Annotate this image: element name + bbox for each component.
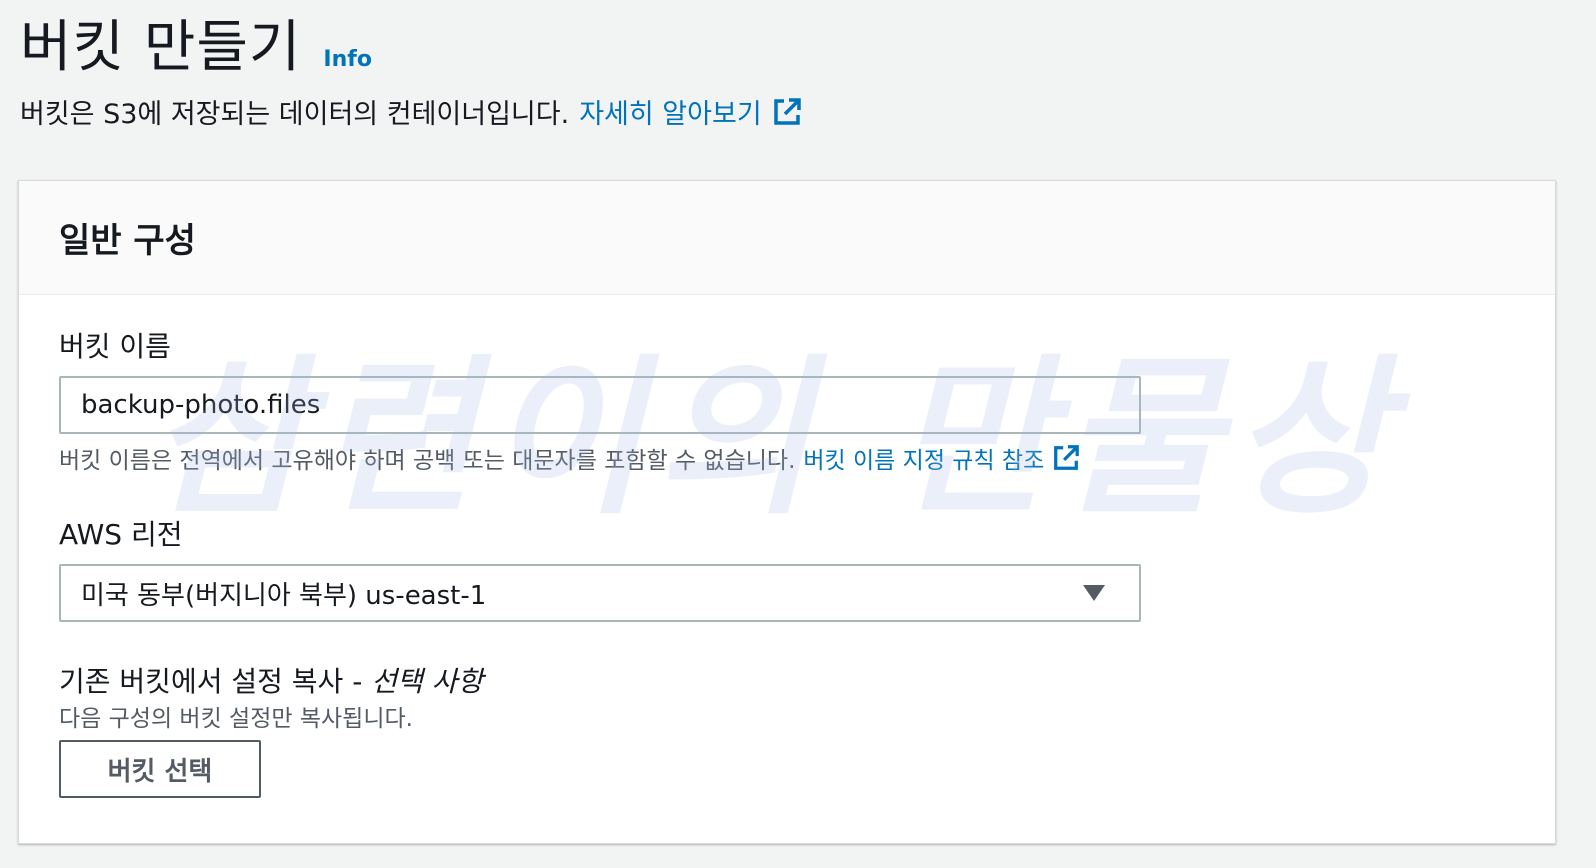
bucket-name-hint-text: 버킷 이름은 전역에서 고유해야 하며 공백 또는 대문자를 포함할 수 없습니… <box>59 448 796 474</box>
naming-rules-link[interactable]: 버킷 이름 지정 규칙 참조 <box>803 441 1080 475</box>
page-header: 버킷 만들기 Info 버킷은 S3에 저장되는 데이터의 컨테이너입니다. 자… <box>20 14 802 131</box>
caret-down-icon <box>1083 585 1105 601</box>
bucket-name-input[interactable] <box>59 376 1141 434</box>
external-link-icon <box>1052 444 1080 472</box>
choose-bucket-button[interactable]: 버킷 선택 <box>59 740 261 798</box>
learn-more-label: 자세히 알아보기 <box>579 99 762 130</box>
page-title: 버킷 만들기 <box>20 15 302 80</box>
bucket-name-hint: 버킷 이름은 전역에서 고유해야 하며 공백 또는 대문자를 포함할 수 없습니… <box>59 441 1080 475</box>
learn-more-link[interactable]: 자세히 알아보기 <box>579 92 801 131</box>
external-link-icon <box>772 97 802 127</box>
panel-header: 일반 구성 <box>19 181 1555 295</box>
copy-settings-label: 기존 버킷에서 설정 복사 - 선택 사항 <box>59 660 483 700</box>
naming-rules-label: 버킷 이름 지정 규칙 참조 <box>803 448 1045 474</box>
title-row: 버킷 만들기 Info <box>20 14 802 82</box>
page-description-text: 버킷은 S3에 저장되는 데이터의 컨테이너입니다. <box>20 99 570 130</box>
copy-settings-label-text: 기존 버킷에서 설정 복사 - <box>59 665 372 698</box>
section-title: 일반 구성 <box>59 221 196 261</box>
region-select[interactable]: 미국 동부(버지니아 북부) us-east-1 <box>59 564 1141 622</box>
bucket-name-label: 버킷 이름 <box>59 330 171 363</box>
optional-tag: 선택 사항 <box>371 665 484 698</box>
general-config-panel: 일반 구성 버킷 이름 버킷 이름은 전역에서 고유해야 하며 공백 또는 대문… <box>18 180 1556 844</box>
copy-settings-hint: 다음 구성의 버킷 설정만 복사됩니다. <box>59 706 413 732</box>
region-label: AWS 리전 <box>59 518 183 551</box>
page-description: 버킷은 S3에 저장되는 데이터의 컨테이너입니다. 자세히 알아보기 <box>20 92 802 131</box>
info-link[interactable]: Info <box>323 47 372 72</box>
region-selected-value: 미국 동부(버지니아 북부) us-east-1 <box>81 580 487 611</box>
